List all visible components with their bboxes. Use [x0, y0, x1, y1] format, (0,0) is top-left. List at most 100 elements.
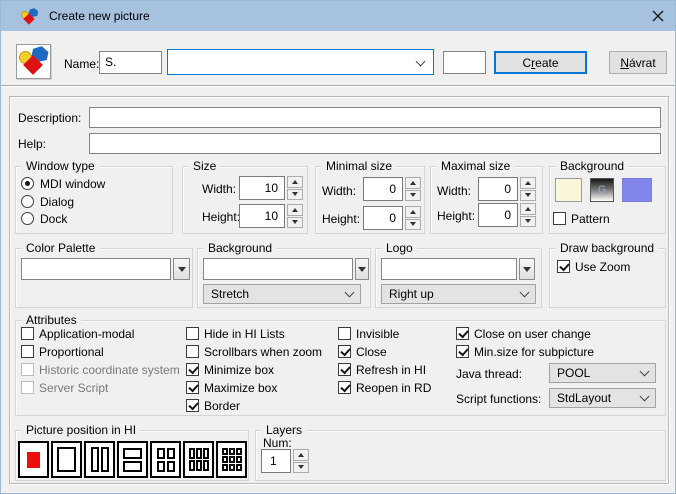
create-button[interactable]: Create	[494, 51, 587, 74]
spin-down-button[interactable]	[520, 216, 536, 228]
description-field[interactable]	[89, 107, 661, 128]
radio-mdi-window[interactable]: MDI window	[21, 176, 105, 191]
position-button-two-horizontal[interactable]	[117, 441, 148, 478]
size-width-value[interactable]: 10	[239, 176, 285, 200]
checkbox-refresh-in-hi[interactable]: Refresh in HI	[338, 362, 426, 377]
color-palette-field[interactable]	[21, 258, 171, 280]
checkbox-close-on-user-change[interactable]: Close on user change	[456, 326, 591, 341]
logo-field[interactable]	[381, 258, 517, 280]
spin-down-button[interactable]	[287, 189, 303, 201]
background-mode-select[interactable]: Stretch	[203, 284, 361, 304]
triangle-up-icon	[298, 453, 304, 457]
position-button-grid-2x2[interactable]	[150, 441, 181, 478]
chevron-down-icon	[416, 57, 426, 67]
aux-field[interactable]	[443, 51, 486, 74]
triangle-up-icon	[410, 210, 416, 214]
maximal-height-spinner[interactable]: 0	[478, 203, 536, 227]
spin-up-button[interactable]	[520, 203, 536, 215]
triangle-down-icon	[525, 219, 531, 223]
checkbox-maximize-box[interactable]: Maximize box	[186, 380, 277, 395]
spin-up-button[interactable]	[287, 176, 303, 188]
attributes-title: Attributes	[22, 313, 81, 327]
logo-position-value: Right up	[389, 287, 521, 301]
layers-num-value[interactable]: 1	[261, 449, 291, 473]
checkbox-use-zoom[interactable]: Use Zoom	[557, 259, 630, 274]
checkbox-border[interactable]: Border	[186, 398, 240, 413]
spin-down-button[interactable]	[287, 217, 303, 229]
spin-up-button[interactable]	[405, 206, 421, 218]
checkbox-server-script: Server Script	[21, 380, 108, 395]
spin-down-button[interactable]	[520, 190, 536, 202]
logo-position-select[interactable]: Right up	[381, 284, 536, 304]
spin-up-button[interactable]	[405, 177, 421, 189]
minimal-width-label: Width:	[322, 184, 356, 198]
layers-num-spinner[interactable]: 1	[261, 449, 309, 473]
checkbox-close[interactable]: Close	[338, 344, 387, 359]
position-button-two-vertical[interactable]	[84, 441, 115, 478]
spin-up-button[interactable]	[293, 449, 309, 461]
checkbox-box	[456, 345, 469, 358]
triangle-up-icon	[410, 181, 416, 185]
checkbox-proportional[interactable]: Proportional	[21, 344, 104, 359]
script-functions-select[interactable]: StdLayout	[549, 388, 656, 408]
checkbox-application-modal[interactable]: Application-modal	[21, 326, 134, 341]
minimal-size-title: Minimal size	[322, 159, 396, 173]
checkbox-box	[338, 381, 351, 394]
maximal-height-value[interactable]: 0	[478, 203, 518, 227]
triangle-up-icon	[292, 208, 298, 212]
background-color-swatch-blue[interactable]	[622, 178, 652, 202]
spin-up-button[interactable]	[287, 204, 303, 216]
background-image-field[interactable]	[203, 258, 353, 280]
position-button-single[interactable]	[51, 441, 82, 478]
maximal-width-spinner[interactable]: 0	[478, 177, 536, 201]
maximal-width-value[interactable]: 0	[478, 177, 518, 201]
window-title: Create new picture	[49, 9, 150, 23]
minimal-width-value[interactable]: 0	[363, 177, 403, 201]
checkbox-hide-in-hi-lists[interactable]: Hide in HI Lists	[186, 326, 285, 341]
spin-down-button[interactable]	[405, 219, 421, 231]
logo-dropdown-button[interactable]	[519, 258, 535, 280]
close-button[interactable]	[639, 1, 676, 31]
navrat-button[interactable]: Návrat	[609, 51, 667, 74]
minimal-height-value[interactable]: 0	[363, 206, 403, 230]
minimal-height-label: Height:	[322, 212, 360, 226]
layers-group: Layers	[255, 430, 666, 481]
checkbox-min-size-for-subpicture[interactable]: Min.size for subpicture	[456, 344, 594, 359]
position-button-grid-3x3[interactable]	[216, 441, 247, 478]
picture-name-combobox[interactable]	[167, 49, 434, 75]
checkbox-box	[338, 345, 351, 358]
chevron-down-icon	[640, 392, 650, 402]
size-height-label: Height:	[202, 210, 240, 224]
checkbox-box	[186, 345, 199, 358]
toolbar-separator	[1, 85, 676, 87]
spin-down-button[interactable]	[293, 462, 309, 474]
size-width-spinner[interactable]: 10	[239, 176, 303, 200]
help-field[interactable]	[89, 133, 661, 154]
size-height-value[interactable]: 10	[239, 204, 285, 228]
java-thread-select[interactable]: POOL	[549, 363, 656, 383]
spin-up-button[interactable]	[520, 177, 536, 189]
minimal-height-spinner[interactable]: 0	[363, 206, 421, 230]
checkbox-minimize-box[interactable]: Minimize box	[186, 362, 274, 377]
spin-down-button[interactable]	[405, 190, 421, 202]
checkbox-reopen-in-rd[interactable]: Reopen in RD	[338, 380, 431, 395]
checkbox-invisible[interactable]: Invisible	[338, 326, 399, 341]
checkbox-scrollbars-when-zoom[interactable]: Scrollbars when zoom	[186, 344, 322, 359]
background-image-dropdown-button[interactable]	[355, 258, 369, 280]
radio-dialog[interactable]: Dialog	[21, 194, 74, 209]
background-color-swatch-cream[interactable]	[555, 178, 582, 202]
color-palette-dropdown-button[interactable]	[173, 258, 190, 280]
position-button-free[interactable]	[18, 441, 49, 478]
triangle-up-icon	[525, 207, 531, 211]
checkbox-pattern[interactable]: Pattern	[553, 211, 610, 226]
name-prefix-field[interactable]: S.	[99, 51, 162, 74]
triangle-up-icon	[292, 180, 298, 184]
layout-two-columns-icon	[91, 447, 109, 472]
radio-dock[interactable]: Dock	[21, 211, 67, 226]
background-color-swatch-gradient[interactable]: G	[590, 178, 614, 202]
position-button-grid-3x2[interactable]	[183, 441, 214, 478]
chevron-down-icon	[520, 288, 530, 298]
size-height-spinner[interactable]: 10	[239, 204, 303, 228]
minimal-width-spinner[interactable]: 0	[363, 177, 421, 201]
navrat-button-label: Návrat	[620, 56, 655, 70]
